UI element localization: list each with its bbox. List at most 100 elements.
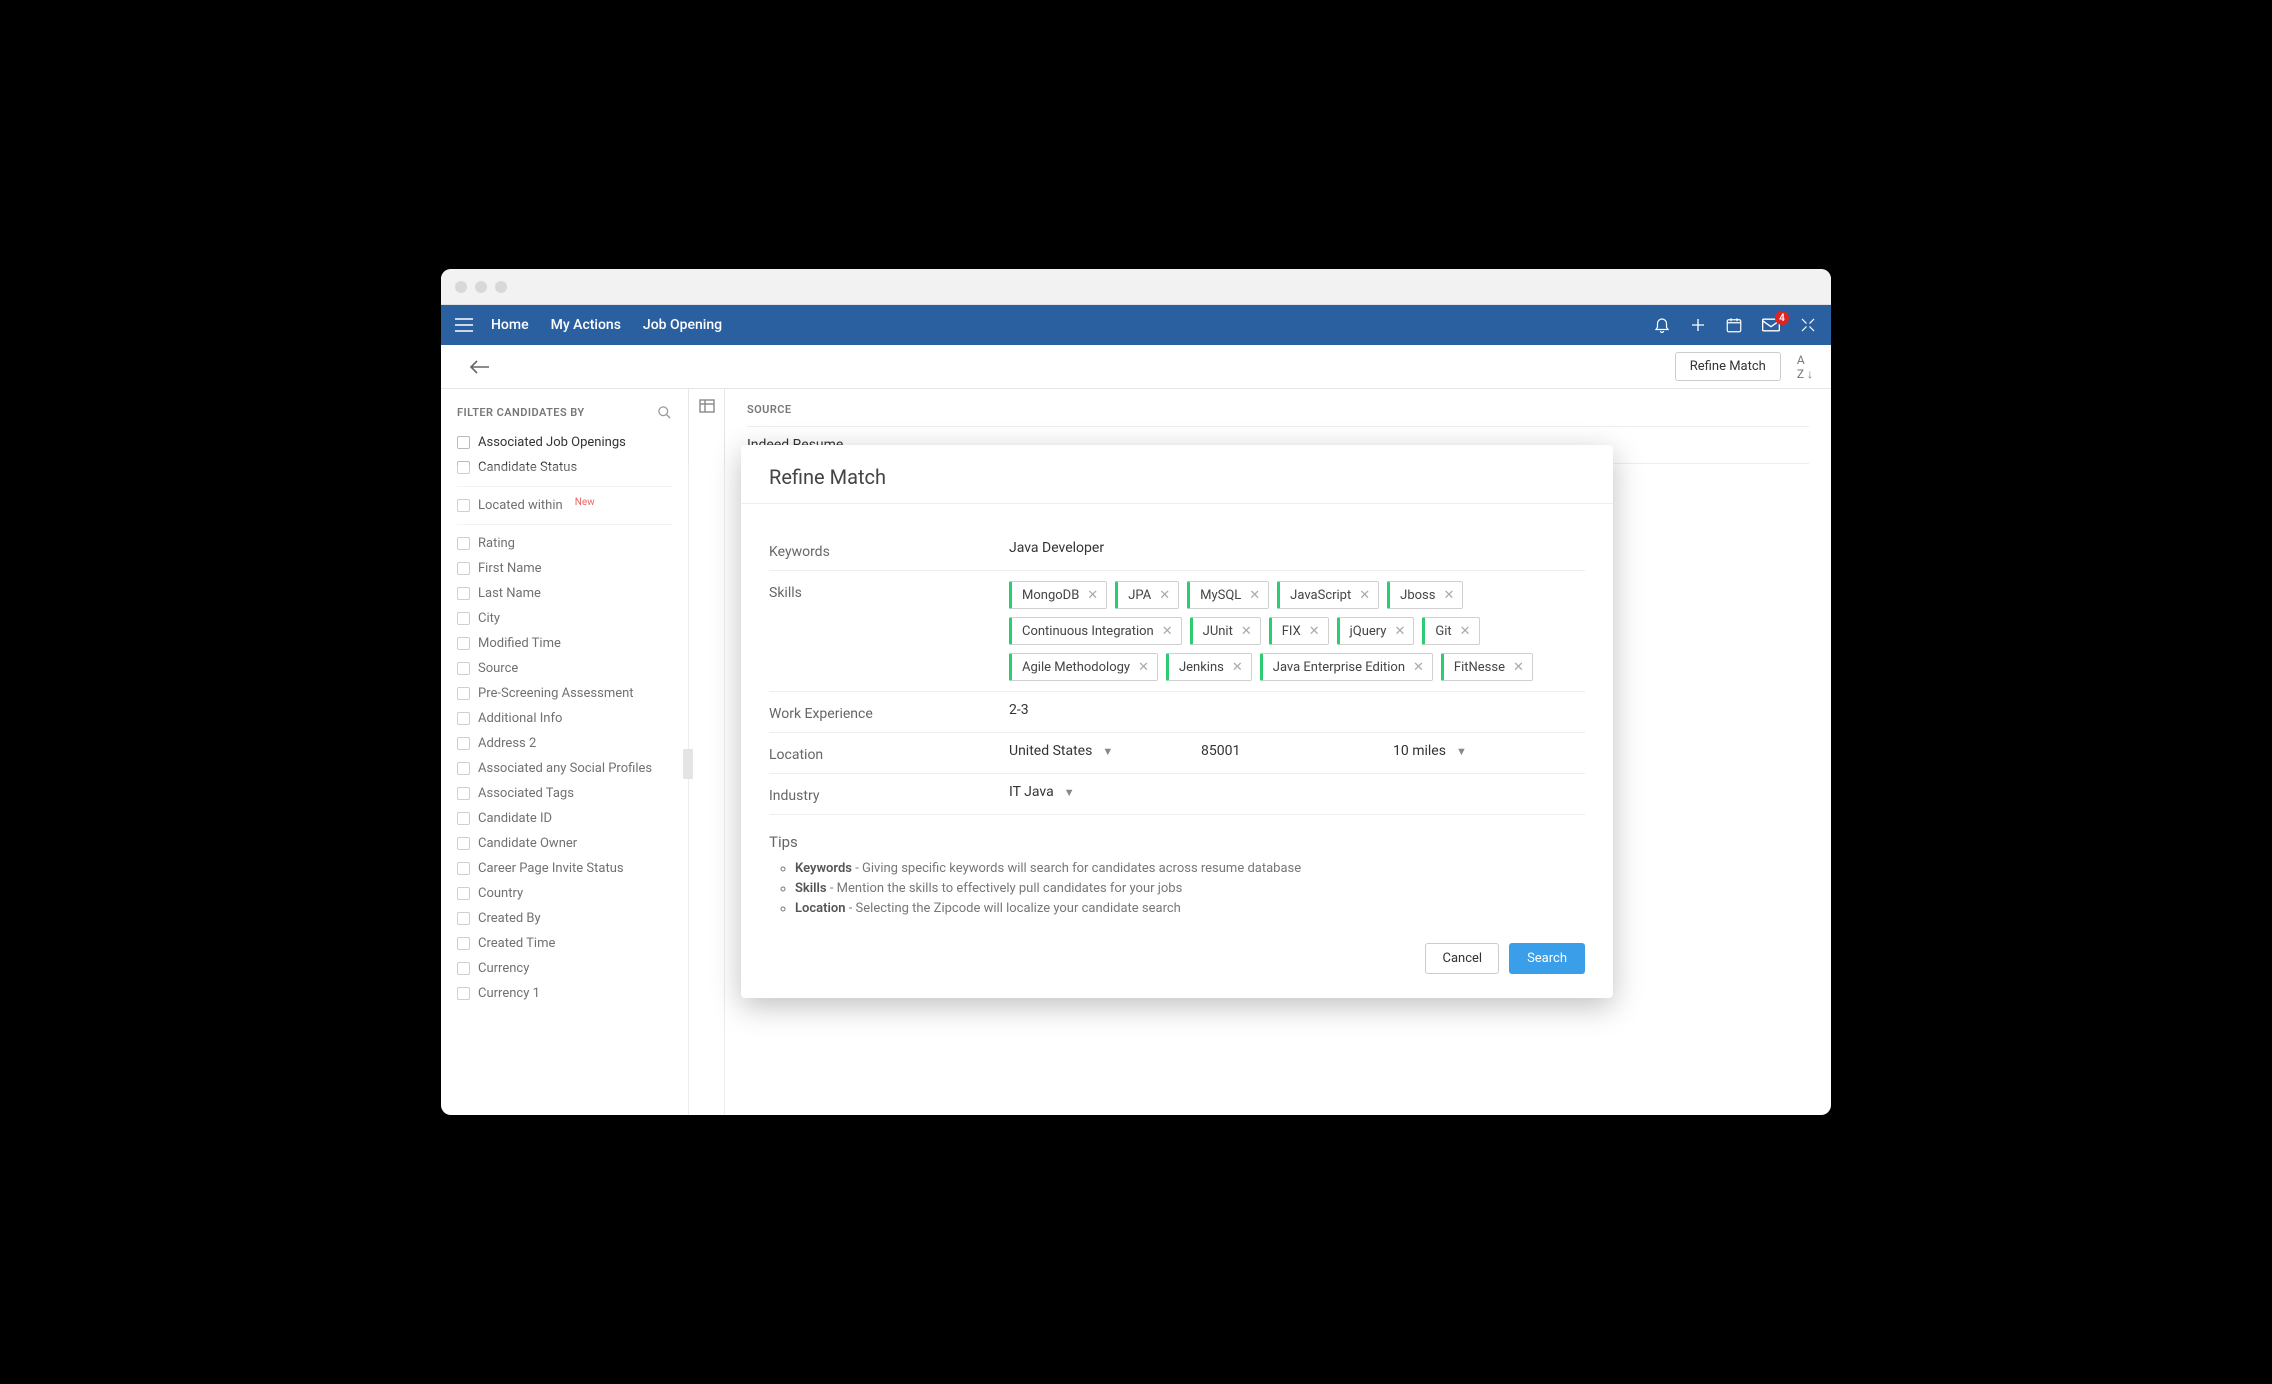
skill-tag[interactable]: FIX✕ [1269, 617, 1329, 645]
skill-tag[interactable]: Java Enterprise Edition✕ [1260, 653, 1433, 681]
remove-tag-icon[interactable]: ✕ [1443, 588, 1454, 603]
skill-tag[interactable]: Jboss✕ [1387, 581, 1463, 609]
filter-row[interactable]: Pre-Screening Assessment [441, 681, 688, 706]
filter-row[interactable]: Address 2 [441, 731, 688, 756]
industry-select[interactable]: IT Java ▼ [1009, 784, 1075, 800]
checkbox[interactable] [457, 662, 470, 675]
sort-icon[interactable]: AZ ↓ [1793, 353, 1817, 381]
remove-tag-icon[interactable]: ✕ [1159, 588, 1170, 603]
filter-row[interactable]: Rating [441, 531, 688, 556]
skill-tag[interactable]: jQuery✕ [1337, 617, 1415, 645]
skill-tag[interactable]: MySQL✕ [1187, 581, 1269, 609]
filter-row[interactable]: Associated Tags [441, 781, 688, 806]
search-button[interactable]: Search [1509, 943, 1585, 974]
checkbox[interactable] [457, 687, 470, 700]
mail-icon[interactable]: 4 [1761, 317, 1781, 333]
remove-tag-icon[interactable]: ✕ [1309, 624, 1320, 639]
window-min-dot[interactable] [475, 281, 487, 293]
back-arrow-icon[interactable] [469, 359, 491, 375]
checkbox[interactable] [457, 762, 470, 775]
plus-icon[interactable] [1689, 316, 1707, 334]
checkbox[interactable] [457, 712, 470, 725]
checkbox[interactable] [457, 637, 470, 650]
filter-row[interactable]: Last Name [441, 581, 688, 606]
checkbox[interactable] [457, 937, 470, 950]
remove-tag-icon[interactable]: ✕ [1087, 588, 1098, 603]
skill-tag[interactable]: Git✕ [1422, 617, 1479, 645]
checkbox[interactable] [457, 962, 470, 975]
skill-tag[interactable]: JavaScript✕ [1277, 581, 1379, 609]
tools-icon[interactable] [1799, 316, 1817, 334]
hamburger-icon[interactable] [455, 318, 473, 332]
filter-row[interactable]: Candidate ID [441, 806, 688, 831]
checkbox[interactable] [457, 737, 470, 750]
skill-tag[interactable]: JUnit✕ [1190, 617, 1261, 645]
layout-icon[interactable] [699, 399, 715, 413]
checkbox[interactable] [457, 461, 470, 474]
remove-tag-icon[interactable]: ✕ [1249, 588, 1260, 603]
skill-tag[interactable]: MongoDB✕ [1009, 581, 1107, 609]
checkbox[interactable] [457, 987, 470, 1000]
refine-match-button[interactable]: Refine Match [1675, 352, 1781, 381]
location-radius-select[interactable]: 10 miles ▼ [1393, 743, 1585, 759]
checkbox[interactable] [457, 587, 470, 600]
filter-row[interactable]: First Name [441, 556, 688, 581]
keywords-value[interactable]: Java Developer [1009, 540, 1585, 556]
checkbox[interactable] [457, 537, 470, 550]
checkbox[interactable] [457, 912, 470, 925]
filter-row[interactable]: Created Time [441, 931, 688, 956]
filter-label: City [478, 611, 500, 626]
filter-row[interactable]: Career Page Invite Status [441, 856, 688, 881]
skill-tag[interactable]: Jenkins✕ [1166, 653, 1252, 681]
work-experience-value[interactable]: 2-3 [1009, 702, 1585, 718]
skill-tag[interactable]: Agile Methodology✕ [1009, 653, 1158, 681]
filter-row[interactable]: Additional Info [441, 706, 688, 731]
window-max-dot[interactable] [495, 281, 507, 293]
remove-tag-icon[interactable]: ✕ [1359, 588, 1370, 603]
remove-tag-icon[interactable]: ✕ [1241, 624, 1252, 639]
filter-row[interactable]: Candidate Owner [441, 831, 688, 856]
skill-tag[interactable]: Continuous Integration✕ [1009, 617, 1182, 645]
filter-row[interactable]: City [441, 606, 688, 631]
filter-row[interactable]: Created By [441, 906, 688, 931]
filter-located-within[interactable]: Located within New [441, 493, 688, 518]
filter-row[interactable]: Source [441, 656, 688, 681]
bell-icon[interactable] [1653, 316, 1671, 334]
filter-row[interactable]: Country [441, 881, 688, 906]
remove-tag-icon[interactable]: ✕ [1513, 660, 1524, 675]
checkbox[interactable] [457, 562, 470, 575]
skill-tag[interactable]: FitNesse✕ [1441, 653, 1533, 681]
filter-row[interactable]: Associated any Social Profiles [441, 756, 688, 781]
checkbox[interactable] [457, 436, 470, 449]
remove-tag-icon[interactable]: ✕ [1413, 660, 1424, 675]
remove-tag-icon[interactable]: ✕ [1138, 660, 1149, 675]
filter-label: Rating [478, 536, 515, 551]
collapse-tab[interactable] [683, 749, 693, 779]
location-zip-input[interactable]: 85001 [1201, 743, 1393, 759]
remove-tag-icon[interactable]: ✕ [1162, 624, 1173, 639]
checkbox[interactable] [457, 612, 470, 625]
filter-row[interactable]: Currency [441, 956, 688, 981]
search-icon[interactable] [657, 405, 672, 420]
checkbox[interactable] [457, 499, 470, 512]
location-country-select[interactable]: United States ▼ [1009, 743, 1201, 759]
checkbox[interactable] [457, 862, 470, 875]
nav-home[interactable]: Home [491, 317, 529, 333]
checkbox[interactable] [457, 887, 470, 900]
remove-tag-icon[interactable]: ✕ [1394, 624, 1405, 639]
checkbox[interactable] [457, 837, 470, 850]
nav-my-actions[interactable]: My Actions [551, 317, 621, 333]
filter-row[interactable]: Candidate Status [441, 455, 688, 480]
checkbox[interactable] [457, 787, 470, 800]
skill-tag[interactable]: JPA✕ [1115, 581, 1179, 609]
checkbox[interactable] [457, 812, 470, 825]
cancel-button[interactable]: Cancel [1425, 943, 1499, 974]
window-close-dot[interactable] [455, 281, 467, 293]
filter-row[interactable]: Modified Time [441, 631, 688, 656]
calendar-icon[interactable] [1725, 316, 1743, 334]
nav-job-openings[interactable]: Job Opening [643, 317, 722, 333]
filter-row[interactable]: Associated Job Openings [441, 430, 688, 455]
filter-row[interactable]: Currency 1 [441, 981, 688, 1006]
remove-tag-icon[interactable]: ✕ [1232, 660, 1243, 675]
remove-tag-icon[interactable]: ✕ [1460, 624, 1471, 639]
